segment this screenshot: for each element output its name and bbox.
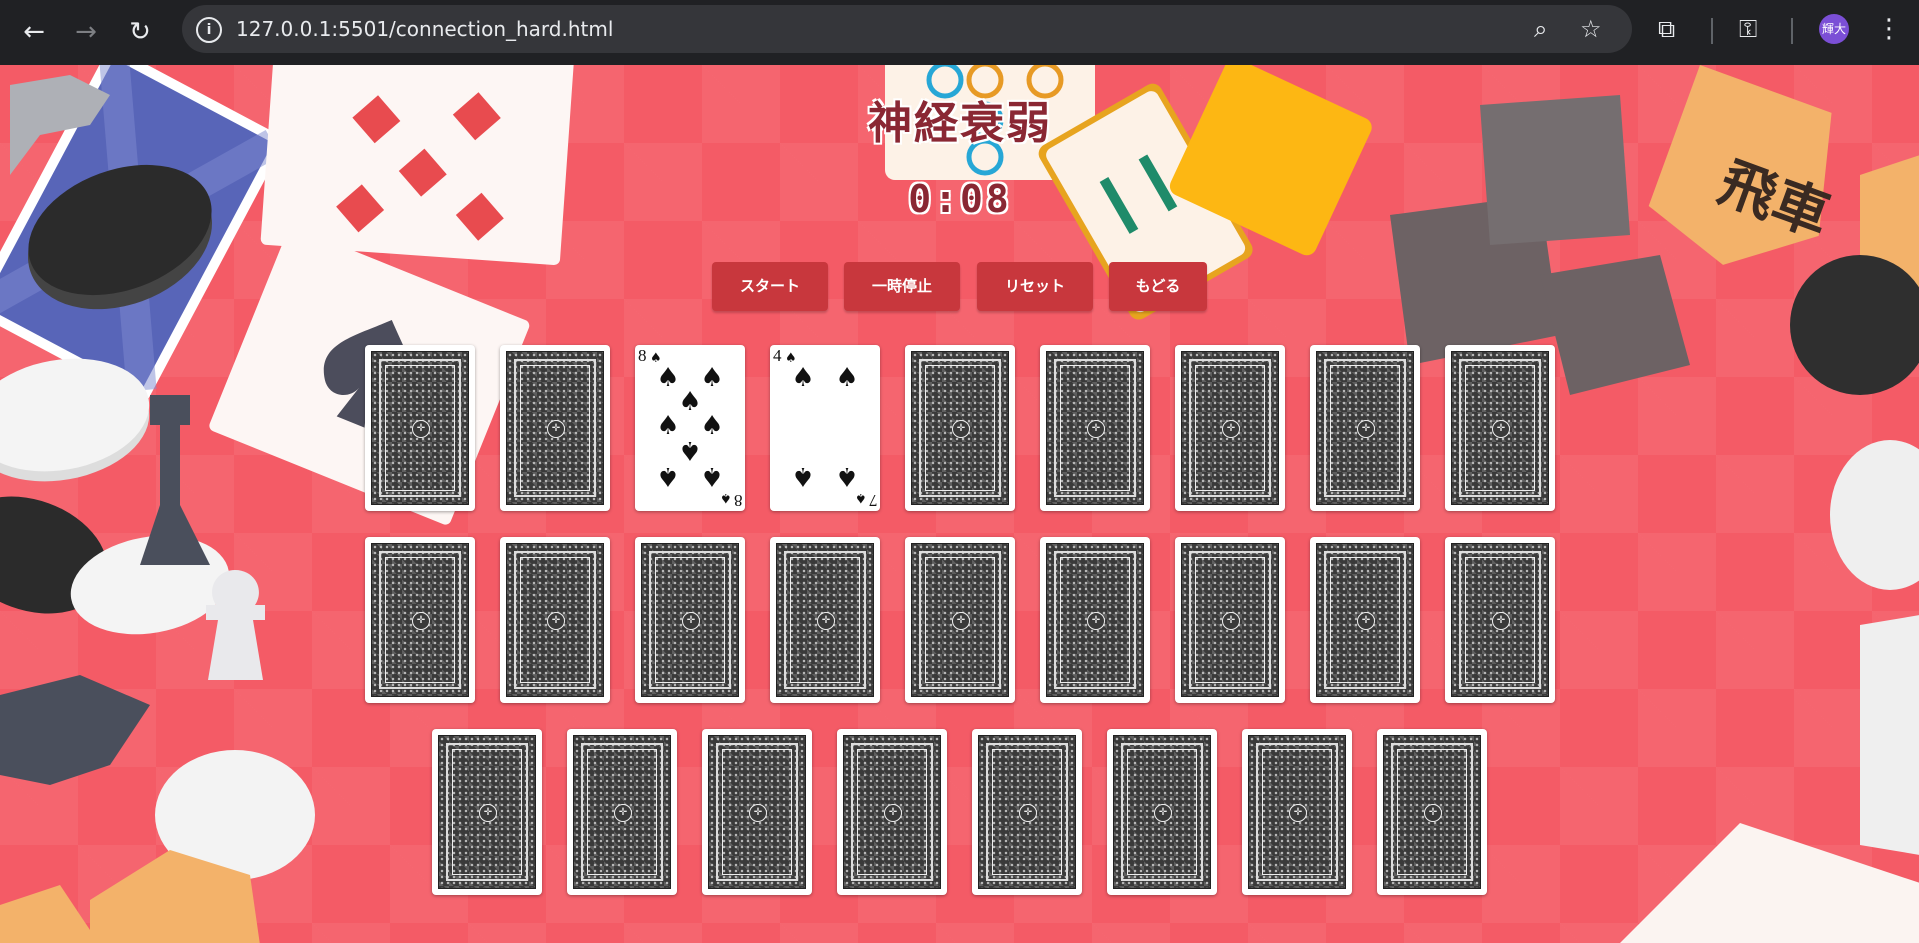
card-face-down[interactable]: ✛	[1107, 729, 1217, 895]
card-illustration	[0, 65, 284, 401]
toolbar-divider	[1791, 18, 1793, 44]
card-rank: 7	[868, 491, 878, 510]
card-face-down[interactable]: ✛	[635, 537, 745, 703]
card-face-down[interactable]: ✛	[500, 345, 610, 511]
spade-icon: ♠	[835, 363, 859, 393]
card-face-down[interactable]: ✛	[432, 729, 542, 895]
spade-icon: ♠	[720, 490, 732, 505]
card-face-down[interactable]: ✛	[1040, 537, 1150, 703]
card-face-down[interactable]: ✛	[770, 537, 880, 703]
start-button[interactable]: スタート	[712, 262, 828, 311]
card-rank: 4	[773, 346, 782, 365]
puzzle-icon[interactable]: ⧉	[1658, 14, 1675, 44]
back-button[interactable]: もどる	[1109, 262, 1207, 311]
card-face-up[interactable]: 4 ♠ ♠ ♠ ♠ ♠ 7 ♠	[770, 345, 880, 511]
spade-icon: ♠	[700, 411, 724, 441]
card-face-down[interactable]: ✛	[500, 537, 610, 703]
card-rank: 8	[638, 346, 647, 365]
spade-icon: ♠	[855, 490, 867, 505]
spade-icon: ♠	[835, 461, 859, 491]
card-face-down[interactable]: ✛	[702, 729, 812, 895]
forward-arrow-icon[interactable]: →	[66, 12, 106, 52]
card-face-down[interactable]: ✛	[1445, 345, 1555, 511]
game-page: 飛車 神経衰弱 0:08 スタート 一時停止 リセット もどる ✛ ✛ 8 ♠ …	[0, 65, 1919, 943]
card-face-down[interactable]: ✛	[1040, 345, 1150, 511]
spade-icon: ♠	[678, 387, 702, 417]
card-face-down[interactable]: ✛	[972, 729, 1082, 895]
url-text[interactable]: 127.0.0.1:5501/connection_hard.html	[236, 17, 613, 41]
reset-button[interactable]: リセット	[977, 262, 1093, 311]
reload-icon[interactable]: ↻	[120, 12, 160, 52]
card-face-down[interactable]: ✛	[1310, 537, 1420, 703]
card-face-down[interactable]: ✛	[1310, 345, 1420, 511]
info-icon[interactable]: i	[196, 17, 222, 43]
spade-icon: ♠	[700, 461, 724, 491]
spade-icon: ♠	[791, 461, 815, 491]
card-face-down[interactable]: ✛	[1175, 537, 1285, 703]
zoom-icon[interactable]: ⌕	[1534, 15, 1547, 43]
kebab-menu-icon[interactable]: ⋮	[1876, 14, 1902, 44]
card-face-down[interactable]: ✛	[567, 729, 677, 895]
card-face-down[interactable]: ✛	[1175, 345, 1285, 511]
spade-icon: ♠	[678, 435, 702, 465]
card-illustration	[260, 65, 574, 266]
timer-display: 0:08	[908, 177, 1012, 221]
key-icon[interactable]: ⚿	[1739, 14, 1757, 44]
spade-icon: ♠	[656, 461, 680, 491]
card-face-down[interactable]: ✛	[1242, 729, 1352, 895]
card-rank: 8	[733, 491, 743, 510]
star-icon[interactable]: ☆	[1580, 15, 1602, 43]
card-face-down[interactable]: ✛	[905, 345, 1015, 511]
spade-icon: ♠	[791, 363, 815, 393]
spade-icon: ♠	[656, 411, 680, 441]
card-face-down[interactable]: ✛	[1445, 537, 1555, 703]
svg-text:飛車: 飛車	[1711, 149, 1839, 249]
card-face-up[interactable]: 8 ♠ ♠ ♠ ♠ ♠ ♠ ♠ ♠ ♠ 8 ♠	[635, 345, 745, 511]
spade-icon: ♠	[700, 363, 724, 393]
address-bar[interactable]: i 127.0.0.1:5501/connection_hard.html ⌕ …	[182, 5, 1632, 53]
back-arrow-icon[interactable]: ←	[14, 12, 54, 52]
card-face-down[interactable]: ✛	[837, 729, 947, 895]
profile-avatar[interactable]: 輝大	[1819, 14, 1849, 44]
game-title: 神経衰弱	[868, 98, 1052, 149]
card-face-down[interactable]: ✛	[1377, 729, 1487, 895]
browser-toolbar: ← → ↻ i 127.0.0.1:5501/connection_hard.h…	[0, 0, 1919, 65]
card-face-down[interactable]: ✛	[905, 537, 1015, 703]
card-face-down[interactable]: ✛	[365, 537, 475, 703]
spade-icon: ♠	[656, 363, 680, 393]
toolbar-divider	[1711, 18, 1713, 44]
pause-button[interactable]: 一時停止	[844, 262, 960, 311]
card-face-down[interactable]: ✛	[365, 345, 475, 511]
